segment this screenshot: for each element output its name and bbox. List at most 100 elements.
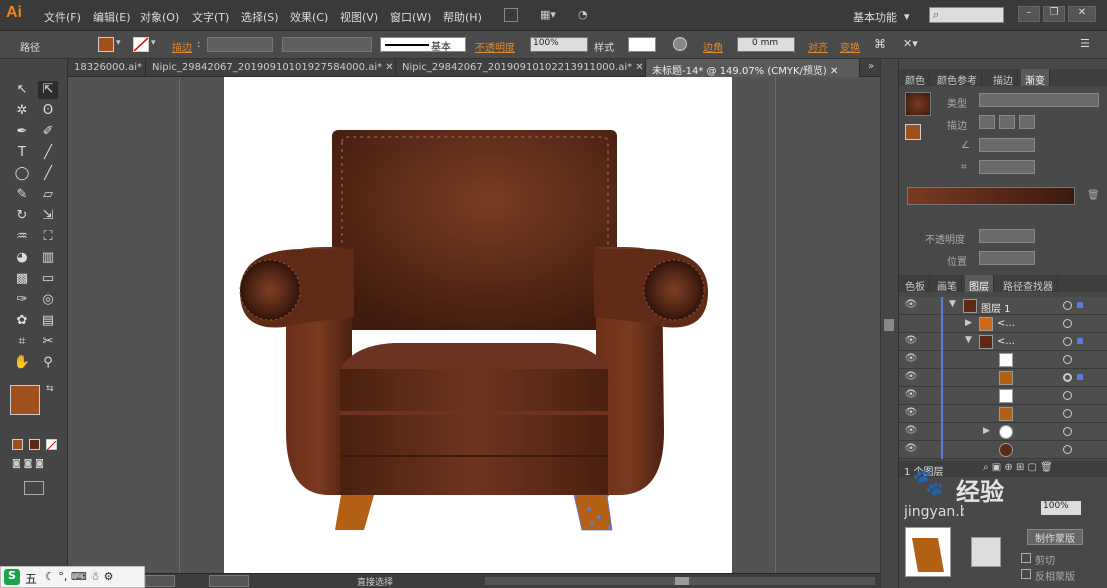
blend-tool-icon[interactable]: ◎ (38, 291, 58, 309)
draw-mode-icons[interactable]: ◙ ◙ ◙ (12, 459, 62, 471)
swap-colors-icon[interactable]: ⇆ (46, 384, 54, 394)
layer-name[interactable]: 图层 1 (981, 300, 1011, 315)
magic-wand-icon[interactable]: ✲ (12, 102, 32, 120)
expand-chevron-icon[interactable]: ▼ (949, 299, 956, 309)
zoom-tool-icon[interactable]: ⚲ (38, 354, 58, 372)
arm-roll-cap-right[interactable] (643, 259, 705, 321)
ellipse-tool-icon[interactable]: ◯ (12, 165, 32, 183)
selection-tool-icon[interactable]: ↖ (12, 81, 32, 99)
hscroll-thumb[interactable] (675, 577, 689, 585)
menu-object[interactable]: 对象(O) (140, 9, 179, 25)
graph-tool-icon[interactable]: ▤ (38, 312, 58, 330)
gradient-type-select[interactable] (979, 93, 1099, 107)
tab-layers[interactable]: 图层 (965, 275, 994, 293)
style-swatch[interactable] (628, 37, 656, 52)
recolor-icon[interactable] (673, 37, 687, 51)
tab-pathfinder[interactable]: 路径查找器 (999, 275, 1058, 293)
selection-indicator[interactable] (1077, 374, 1083, 380)
trash-icon[interactable]: 🗑 (1087, 190, 1100, 201)
visibility-eye-icon[interactable]: 👁 (904, 443, 918, 457)
chair-backrest[interactable] (332, 130, 617, 330)
line-tool-icon[interactable]: ╱ (38, 144, 58, 162)
layer-row[interactable]: 👁 (899, 387, 1107, 405)
restore-button[interactable]: ❐ (1043, 6, 1065, 22)
workspace-switcher[interactable]: 基本功能 (853, 9, 897, 25)
shape-builder-icon[interactable]: ◕ (12, 249, 32, 267)
visibility-eye-icon[interactable]: 👁 (904, 335, 918, 349)
horizontal-scrollbar[interactable] (485, 577, 875, 585)
layer-row[interactable]: ▶ <... (899, 315, 1107, 333)
search-input[interactable]: ⌕ (929, 7, 1004, 23)
menu-edit[interactable]: 编辑(E) (93, 9, 131, 25)
ime-tools-icons[interactable]: ☾ °, ⌨ ☃ ⚙ (45, 570, 113, 583)
layer-row[interactable]: 👁 (899, 351, 1107, 369)
align-link[interactable]: 对齐 (808, 39, 828, 54)
anchor-point[interactable] (587, 507, 591, 511)
visibility-eye-icon[interactable]: 👁 (904, 407, 918, 421)
layer-row[interactable]: 👁 (899, 441, 1107, 459)
target-icon[interactable] (1063, 301, 1072, 310)
selection-indicator[interactable] (1077, 302, 1083, 308)
stroke-none-swatch[interactable] (133, 37, 149, 52)
tab-document-active[interactable]: 未标题-14* @ 149.07% (CMYK/预览) ✕ (646, 59, 860, 77)
visibility-eye-icon[interactable]: 👁 (904, 425, 918, 439)
target-icon[interactable] (1063, 337, 1072, 346)
transparency-opacity-field[interactable]: 100% (1041, 501, 1081, 515)
sync-icon[interactable]: ◔ (578, 8, 596, 22)
layer-row[interactable]: 👁 (899, 405, 1107, 423)
anchor-point[interactable] (590, 521, 594, 525)
tab-gradient[interactable]: 渐变 (1021, 69, 1050, 87)
isolate-icon[interactable]: ⌘ (874, 37, 886, 51)
chair-seat-front[interactable] (340, 369, 608, 495)
eyedropper-icon[interactable]: ✑ (12, 291, 32, 309)
menu-help[interactable]: 帮助(H) (443, 9, 482, 25)
scroll-thumb[interactable] (884, 319, 894, 331)
sogou-logo-icon[interactable]: S (4, 569, 20, 585)
opacity-label[interactable]: 不透明度 (475, 39, 515, 54)
tab-brushes[interactable]: 画笔 (933, 275, 962, 293)
panel-menu-icon[interactable]: ☰ (1080, 37, 1090, 50)
visibility-eye-icon[interactable]: 👁 (904, 299, 918, 313)
tab-document-1[interactable]: 18326000.ai* ✕ (68, 59, 146, 77)
menu-select[interactable]: 选择(S) (241, 9, 279, 25)
ime-toolbar[interactable]: S 五 ☾ °, ⌨ ☃ ⚙ (0, 566, 145, 588)
target-icon[interactable] (1063, 409, 1072, 418)
sublayer-name[interactable]: <... (997, 336, 1015, 347)
corner-label[interactable]: 边角 (703, 39, 723, 54)
gradient-slider[interactable] (907, 187, 1075, 205)
tab-swatches[interactable]: 色板 (901, 275, 930, 293)
angle-field[interactable] (979, 138, 1035, 152)
sublayer-name[interactable]: <... (997, 318, 1015, 329)
stroke-weight-field[interactable] (207, 37, 273, 52)
scale-tool-icon[interactable]: ⇲ (38, 207, 58, 225)
expand-chevron-icon[interactable]: ▶ (983, 426, 990, 436)
layer-row[interactable]: 👁 (899, 369, 1107, 387)
anchor-point[interactable] (597, 515, 601, 519)
tab-overflow-icon[interactable]: » (868, 61, 874, 72)
target-icon[interactable] (1063, 427, 1072, 436)
visibility-eye-icon[interactable]: 👁 (904, 371, 918, 385)
vertical-scrollbar[interactable] (880, 59, 898, 588)
brush-profile-select[interactable]: 基本 (380, 37, 466, 53)
ime-mode[interactable]: 五 (25, 570, 37, 587)
gradient-preview-swatch[interactable] (905, 92, 931, 116)
menu-window[interactable]: 窗口(W) (390, 9, 431, 25)
clip-checkbox[interactable] (1021, 553, 1031, 563)
eraser-icon[interactable]: ▱ (38, 186, 58, 204)
free-transform-icon[interactable]: ⛶ (38, 228, 58, 246)
expand-chevron-icon[interactable]: ▶ (965, 318, 972, 328)
target-icon[interactable] (1063, 355, 1072, 364)
none-mode-button[interactable] (46, 439, 57, 451)
fill-color-box[interactable] (10, 385, 40, 415)
layer-row[interactable]: 👁 ▼ <... (899, 333, 1107, 351)
close-button[interactable]: ✕ (1068, 6, 1096, 22)
make-mask-button[interactable]: 制作蒙版 (1027, 529, 1083, 545)
chevron-down-icon[interactable]: ▾ (904, 10, 910, 23)
tab-color[interactable]: 颜色 (901, 69, 930, 87)
transform-link[interactable]: 变换 (840, 39, 860, 54)
screen-mode-icon[interactable] (24, 481, 44, 495)
hand-tool-icon[interactable]: ✋ (12, 354, 32, 372)
menu-view[interactable]: 视图(V) (340, 9, 378, 25)
mesh-tool-icon[interactable]: ▩ (12, 270, 32, 288)
target-icon[interactable] (1063, 391, 1072, 400)
